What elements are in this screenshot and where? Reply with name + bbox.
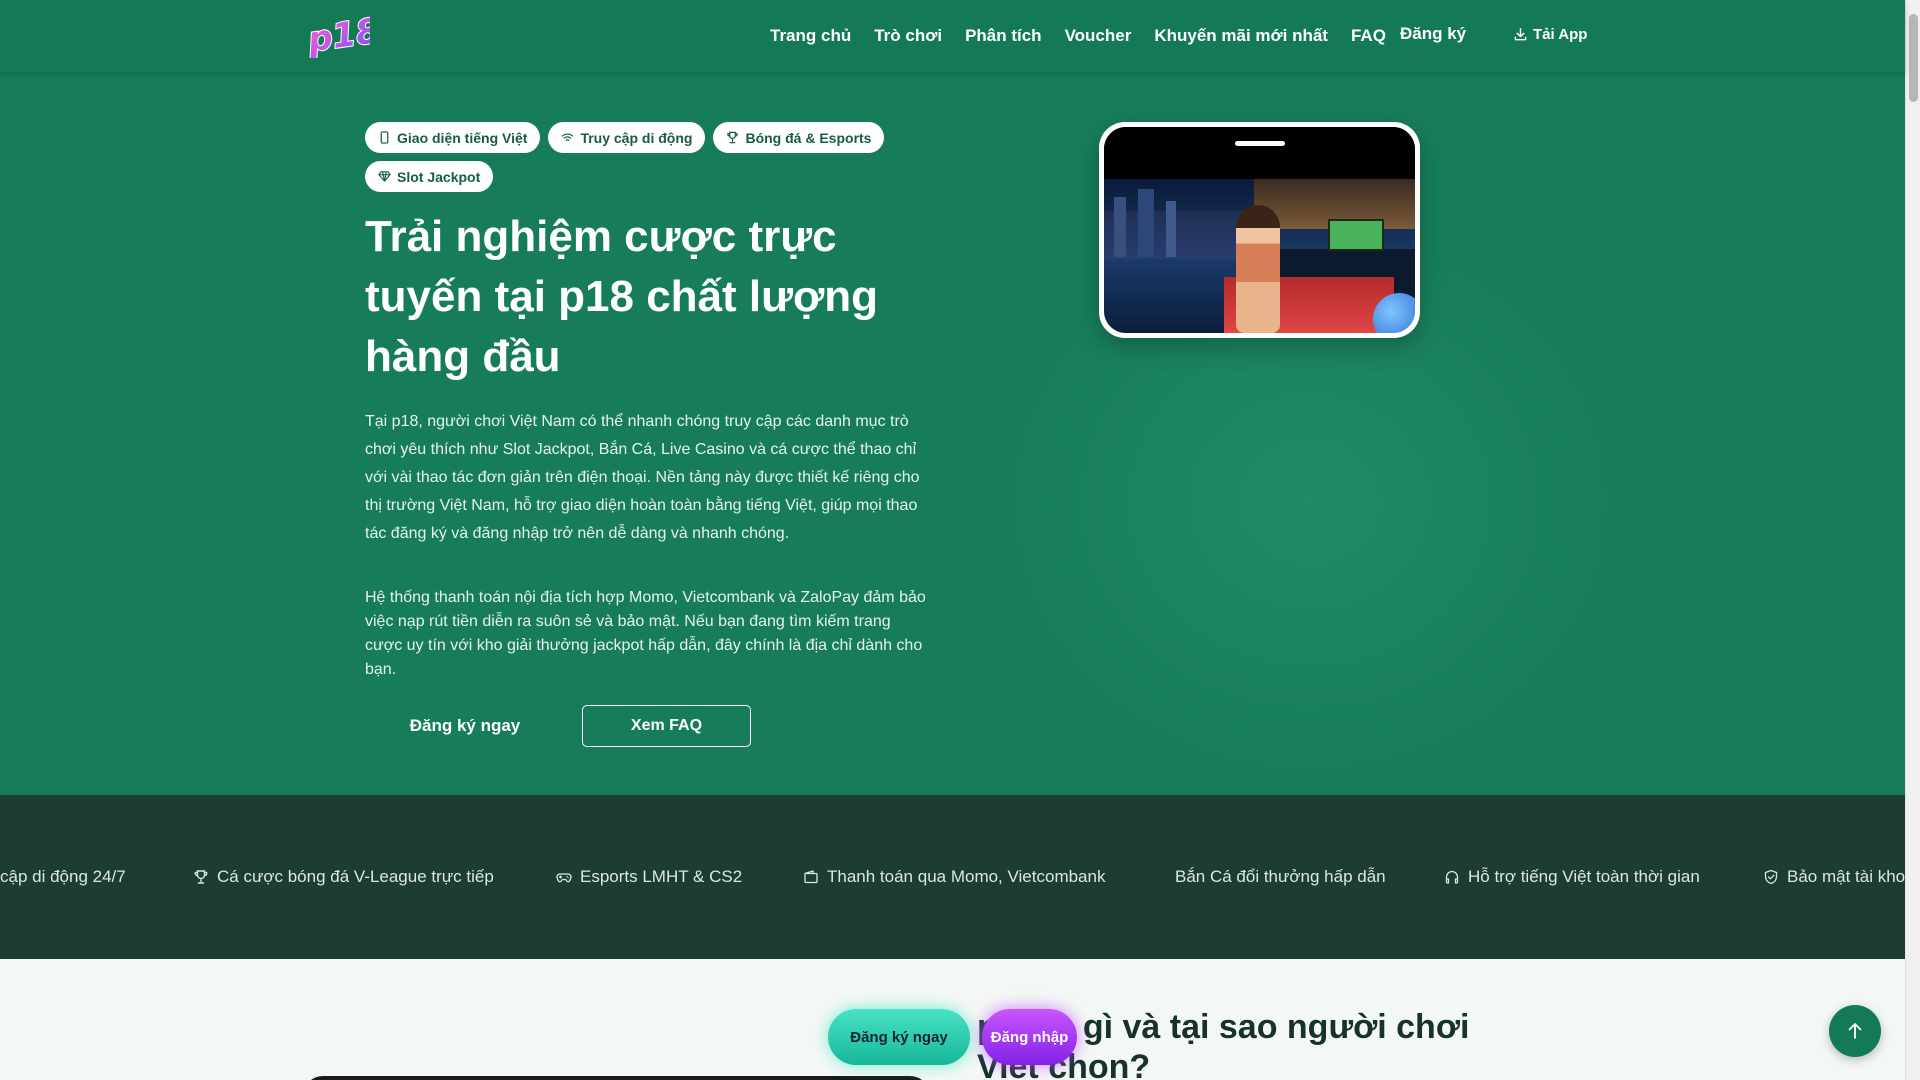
back-to-top-button[interactable] <box>1829 1005 1881 1057</box>
phone-screen-image <box>1104 127 1415 333</box>
scrollbar-thumb[interactable] <box>1909 14 1918 102</box>
nav-voucher[interactable]: Voucher <box>1065 26 1132 46</box>
phone-notch <box>1234 141 1285 146</box>
scene-building <box>1138 189 1154 257</box>
floating-login-button[interactable]: Đăng nhập <box>982 1009 1077 1065</box>
ticker-item-fishing: Bắn Cá đổi thưởng hấp dẫn <box>1175 865 1386 889</box>
view-faq-button[interactable]: Xem FAQ <box>582 705 751 747</box>
p18-logo[interactable]: p18 <box>304 10 384 62</box>
nav-games[interactable]: Trò chơi <box>874 26 942 46</box>
trophy-icon <box>194 870 208 884</box>
logo-text: p18 <box>305 12 370 58</box>
download-app-link[interactable]: Tải App <box>1513 26 1587 43</box>
nav-promotions[interactable]: Khuyến mãi mới nhất <box>1154 26 1328 46</box>
diamond-icon <box>378 171 391 182</box>
phone-mockup <box>1099 122 1420 338</box>
main-nav: Trang chủ Trò chơi Phân tích Voucher Khu… <box>770 0 1409 72</box>
badge-mobile-access: Truy cập di động <box>548 122 706 153</box>
scene-building <box>1114 197 1126 257</box>
ticker-label: Bảo mật tài kho <box>1787 867 1905 886</box>
download-icon <box>1514 28 1527 41</box>
badge-football-esports: Bóng đá & Esports <box>713 122 885 153</box>
scene-woman <box>1236 205 1280 333</box>
ticker-label: Bắn Cá đổi thưởng hấp dẫn <box>1175 867 1386 886</box>
ticker-item-football: Cá cược bóng đá V-League trực tiếp <box>193 865 494 889</box>
register-now-button[interactable]: Đăng ký ngay <box>365 705 565 747</box>
ticker-label: Thanh toán qua Momo, Vietcombank <box>827 867 1106 886</box>
logo-mark: p18 <box>304 10 384 62</box>
wifi-icon <box>562 133 574 141</box>
ticker-label: cập di động 24/7 <box>0 867 126 886</box>
download-app-label: Tải App <box>1533 26 1588 43</box>
page-scrollbar[interactable] <box>1905 0 1920 1080</box>
badge-vietnamese-ui: Giao diện tiếng Việt <box>365 122 541 153</box>
nav-faq[interactable]: FAQ <box>1351 26 1386 46</box>
hero-payment-paragraph: Hệ thống thanh toán nội địa tích hợp Mom… <box>365 589 926 678</box>
phone-top-bar <box>1104 127 1415 179</box>
badge-label: Bóng đá & Esports <box>745 129 872 146</box>
nav-analysis[interactable]: Phân tích <box>965 26 1042 46</box>
feature-badges: Giao diện tiếng Việt Truy cập di động Bó… <box>365 122 925 192</box>
headphones-icon <box>1445 870 1459 884</box>
gamepad-icon <box>556 873 572 883</box>
wallet-icon <box>804 870 818 884</box>
header-register-link[interactable]: Đăng ký <box>1400 24 1466 44</box>
ticker-label: Cá cược bóng đá V-League trực tiếp <box>217 867 494 886</box>
scene-building <box>1166 201 1176 257</box>
arrow-up-icon <box>1848 1023 1862 1039</box>
ticker-item-security: Bảo mật tài kho <box>1763 865 1905 889</box>
badge-label: Giao diện tiếng Việt <box>397 129 528 146</box>
badge-label: Truy cập di động <box>580 129 693 146</box>
hero-section: Giao diện tiếng Việt Truy cập di động Bó… <box>0 72 1905 795</box>
ticker-item-mobile: cập di động 24/7 <box>0 865 126 889</box>
nav-home[interactable]: Trang chủ <box>770 26 851 46</box>
ticker-label: Esports LMHT & CS2 <box>580 867 743 886</box>
phone-icon <box>380 131 389 144</box>
scene-football-screen <box>1328 219 1384 251</box>
hero-title: Trải nghiệm cược trực tuyến tại p18 chất… <box>365 212 879 381</box>
ticker-label: Hỗ trợ tiếng Việt toàn thời gian <box>1468 867 1700 886</box>
badge-slot-jackpot: Slot Jackpot <box>365 161 494 192</box>
ticker-item-support: Hỗ trợ tiếng Việt toàn thời gian <box>1444 865 1700 889</box>
about-image <box>303 1076 930 1080</box>
trophy-icon <box>727 131 739 144</box>
badge-label: Slot Jackpot <box>397 168 481 185</box>
shield-icon <box>1764 869 1778 885</box>
site-header: p18 Trang chủ Trò chơi Phân tích Voucher… <box>0 0 1905 72</box>
hero-intro-paragraph: Tại p18, người chơi Việt Nam có thể nhan… <box>365 413 920 542</box>
floating-register-button[interactable]: Đăng ký ngay <box>828 1009 970 1065</box>
ticker-track: cập di động 24/7 Cá cược bóng đá V-Leagu… <box>0 865 1905 889</box>
ticker-item-esports: Esports LMHT & CS2 <box>556 865 742 889</box>
ticker-item-payment: Thanh toán qua Momo, Vietcombank <box>803 865 1105 889</box>
feature-ticker: cập di động 24/7 Cá cược bóng đá V-Leagu… <box>0 795 1905 959</box>
